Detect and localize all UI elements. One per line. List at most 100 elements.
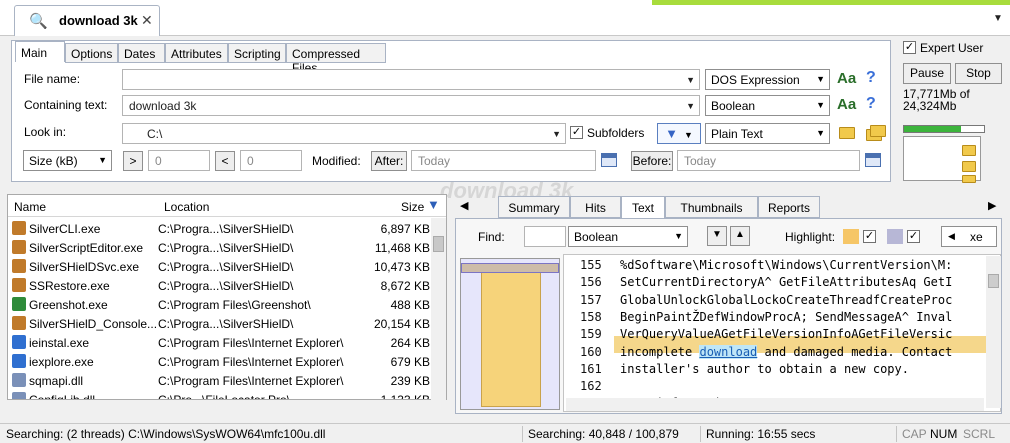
size-greater-button[interactable]: > bbox=[123, 151, 143, 171]
file-name: sqmapi.dll bbox=[29, 374, 84, 388]
tab-scroll-right-icon[interactable]: ▶ bbox=[988, 199, 996, 212]
tab-attributes[interactable]: Attributes bbox=[165, 43, 228, 63]
caps-lock-indicator: CAP bbox=[902, 427, 927, 441]
size-max-input[interactable]: 0 bbox=[240, 150, 302, 171]
tab-scripting[interactable]: Scripting bbox=[228, 43, 286, 63]
search-progress-bar bbox=[903, 125, 985, 133]
tab-scroll-left-icon[interactable]: ◀ bbox=[460, 199, 468, 212]
table-row[interactable]: Greenshot.exe C:\Program Files\Greenshot\… bbox=[8, 295, 432, 314]
tab-text[interactable]: Text bbox=[621, 196, 665, 219]
column-location[interactable]: Location bbox=[164, 200, 209, 214]
subfolders-label: Subfolders bbox=[587, 126, 645, 140]
table-row[interactable]: SilverScriptEditor.exe C:\Progra...\Silve… bbox=[8, 238, 432, 257]
after-button[interactable]: After: bbox=[371, 151, 407, 171]
table-row[interactable]: SilverSHielDSvc.exe C:\Progra...\SilverSH… bbox=[8, 257, 432, 276]
look-in-mode-select[interactable]: Plain Text ▼ bbox=[705, 123, 830, 144]
find-next-button[interactable]: ▼ bbox=[707, 226, 727, 246]
table-row[interactable]: sqmapi.dll C:\Program Files\Internet Expl… bbox=[8, 371, 432, 390]
folder-icon bbox=[962, 161, 976, 172]
tab-summary[interactable]: Summary bbox=[498, 196, 570, 218]
highlight-color-swatch-2[interactable] bbox=[887, 229, 903, 244]
case-sensitive-icon[interactable]: Aa bbox=[837, 96, 856, 113]
file-size: 264 KB bbox=[390, 336, 430, 350]
find-input[interactable] bbox=[524, 226, 566, 247]
browse-folder-icon[interactable] bbox=[839, 127, 855, 139]
case-sensitive-icon[interactable]: Aa bbox=[837, 70, 856, 87]
scrollbar-thumb[interactable] bbox=[988, 274, 999, 288]
pause-button[interactable]: Pause bbox=[903, 63, 951, 84]
search-tab[interactable]: 🔍 download 3k ✕ bbox=[14, 5, 160, 36]
after-date-input[interactable]: Today bbox=[411, 150, 596, 171]
file-name-input[interactable]: ▼ bbox=[122, 69, 700, 90]
tab-main[interactable]: Main bbox=[15, 41, 65, 62]
minimap-viewport[interactable] bbox=[461, 263, 559, 273]
tab-reports[interactable]: Reports bbox=[758, 196, 820, 218]
file-location: C:\Progra...\SilverSHielD\ bbox=[158, 260, 294, 274]
tab-dates[interactable]: Dates bbox=[118, 43, 165, 63]
file-size: 679 KB bbox=[390, 355, 430, 369]
file-size: 1,133 KB bbox=[380, 393, 430, 400]
file-name-mode-select[interactable]: DOS Expression ▼ bbox=[705, 69, 830, 90]
text-line: GlobalUnlockGlobalLockoCreateThreadfCrea… bbox=[620, 292, 953, 307]
tab-thumbnails[interactable]: Thumbnails bbox=[665, 196, 758, 218]
table-row[interactable]: ieinstal.exe C:\Program Files\Internet Ex… bbox=[8, 333, 432, 352]
search-hit[interactable]: download bbox=[699, 344, 758, 359]
table-row[interactable]: SilverCLI.exe C:\Progra...\SilverSHielD\ 6… bbox=[8, 219, 432, 238]
text-mode-select[interactable]: Boolean ▼ bbox=[705, 95, 830, 116]
containing-text-input[interactable]: download 3k ▼ bbox=[122, 95, 700, 116]
highlight-checkbox-2[interactable]: ✓ bbox=[907, 230, 920, 243]
table-row[interactable]: SSRestore.exe C:\Progra...\SilverSHielD\ 8… bbox=[8, 276, 432, 295]
file-location: C:\Pro...\FileLocator Pro\ bbox=[158, 393, 291, 400]
table-row[interactable]: SilverSHielD_Console... C:\Progra...\Silv… bbox=[8, 314, 432, 333]
tab-hits[interactable]: Hits bbox=[570, 196, 621, 218]
look-in-input[interactable]: C:\ ▼ bbox=[122, 123, 566, 144]
calendar-icon[interactable] bbox=[865, 153, 881, 167]
table-row[interactable]: iexplore.exe C:\Program Files\Internet Ex… bbox=[8, 352, 432, 371]
tab-list-dropdown-icon[interactable]: ▼ bbox=[993, 13, 1003, 24]
file-size: 8,672 KB bbox=[380, 279, 430, 293]
arrow-up-icon: ▲ bbox=[735, 229, 745, 240]
size-unit-value: Size (kB) bbox=[29, 154, 78, 168]
expert-user-checkbox[interactable]: ✓ bbox=[903, 41, 916, 54]
column-size[interactable]: Size bbox=[401, 200, 424, 214]
column-name[interactable]: Name bbox=[14, 200, 46, 214]
stop-button[interactable]: Stop bbox=[955, 63, 1002, 84]
before-button[interactable]: Before: bbox=[631, 151, 673, 171]
text-scrollbar[interactable] bbox=[986, 256, 1001, 408]
hit-minimap[interactable] bbox=[460, 258, 560, 410]
close-tab-icon[interactable]: ✕ bbox=[141, 12, 153, 29]
results-scrollbar[interactable] bbox=[431, 218, 446, 400]
subfolders-checkbox[interactable]: ✓ bbox=[570, 126, 583, 139]
expert-user-label: Expert User bbox=[920, 41, 984, 55]
help-icon[interactable]: ? bbox=[866, 95, 876, 113]
highlight-color-swatch[interactable] bbox=[843, 229, 859, 244]
highlight-checkbox[interactable]: ✓ bbox=[863, 230, 876, 243]
filter-sort-icon[interactable]: ▼ bbox=[427, 197, 440, 212]
file-name-mode-value: DOS Expression bbox=[711, 73, 800, 87]
scrollbar-thumb[interactable] bbox=[433, 236, 444, 252]
text-segment: incomplete bbox=[620, 344, 700, 359]
text-line: %dSoftware\Microsoft\Windows\CurrentVers… bbox=[620, 258, 953, 272]
encoding-select[interactable]: ◀ xe bbox=[941, 226, 997, 247]
text-segment: and damaged media. Contact bbox=[757, 344, 953, 359]
file-icon bbox=[12, 316, 26, 330]
text-hscrollbar[interactable] bbox=[566, 398, 984, 411]
size-min-input[interactable]: 0 bbox=[148, 150, 210, 171]
chevron-down-icon: ▼ bbox=[683, 130, 693, 140]
help-icon[interactable]: ? bbox=[866, 69, 876, 87]
memory-total: 24,324Mb bbox=[903, 99, 957, 113]
calendar-icon[interactable] bbox=[601, 153, 617, 167]
tab-options[interactable]: Options bbox=[65, 43, 118, 63]
find-mode-select[interactable]: Boolean ▼ bbox=[568, 226, 688, 247]
find-previous-button[interactable]: ▲ bbox=[730, 226, 750, 246]
size-less-button[interactable]: < bbox=[215, 151, 235, 171]
status-running: Running: 16:55 secs bbox=[706, 427, 816, 441]
folder-icon bbox=[962, 175, 976, 183]
table-row[interactable]: ConfigLib.dll C:\Pro...\FileLocator Pro\ 1… bbox=[8, 390, 432, 400]
containing-text-label: Containing text: bbox=[24, 98, 108, 112]
folder-tree-preview bbox=[903, 136, 981, 183]
tab-compressed-files[interactable]: Compressed Files bbox=[286, 43, 386, 75]
filter-button[interactable]: ▼ ▼ bbox=[657, 123, 701, 144]
before-date-input[interactable]: Today bbox=[677, 150, 860, 171]
size-unit-select[interactable]: Size (kB) ▼ bbox=[23, 150, 112, 171]
